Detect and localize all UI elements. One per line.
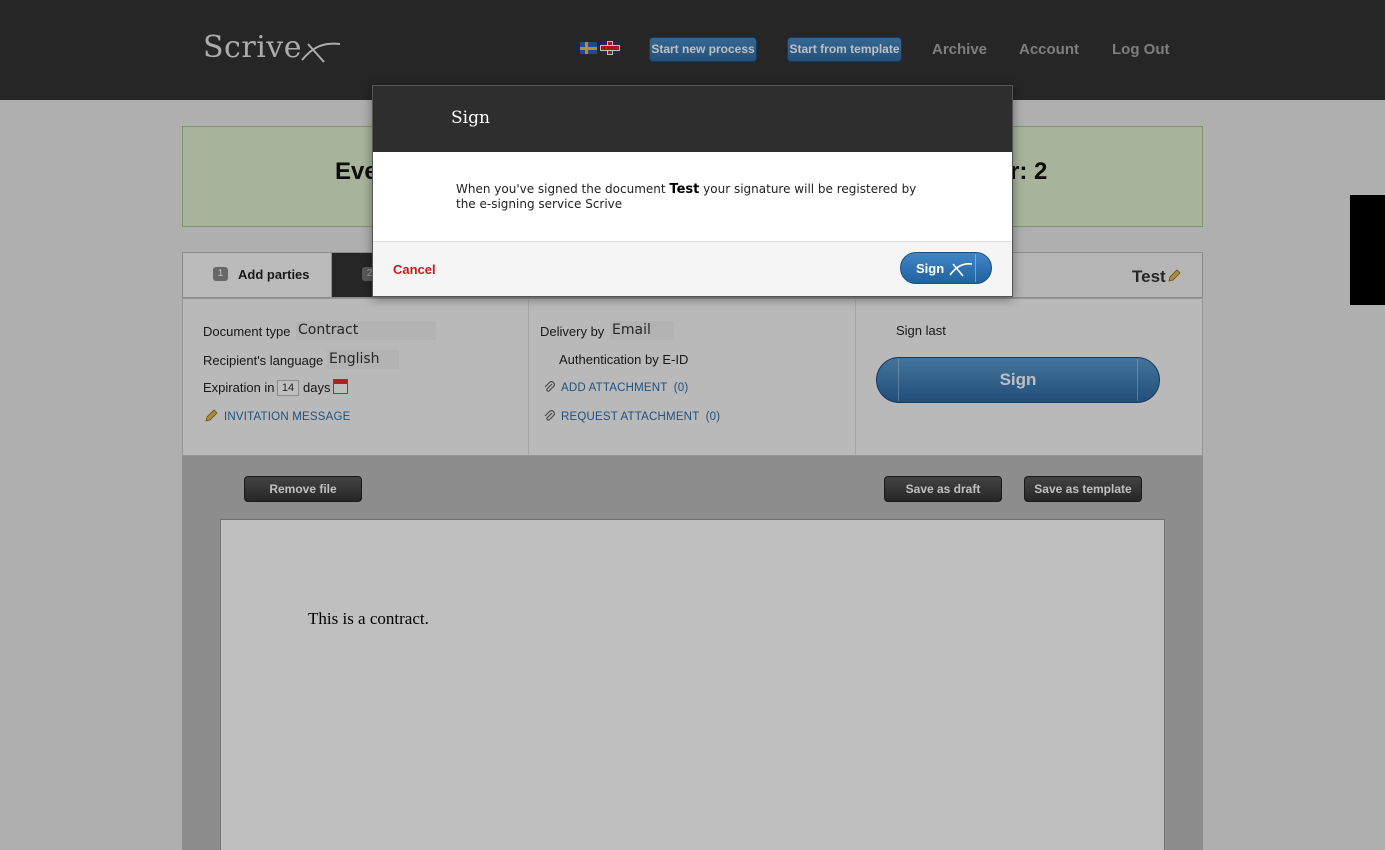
dialog-message-start: When you've signed the document — [456, 182, 670, 196]
scrive-mark-icon — [949, 263, 973, 277]
cancel-button[interactable]: Cancel — [393, 262, 436, 277]
dialog-footer: Cancel Sign — [373, 241, 1012, 296]
confirm-sign-label[interactable]: Sign — [916, 261, 944, 276]
confirm-sign-button[interactable]: Sign — [900, 252, 992, 284]
dialog-message: When you've signed the document Test you… — [456, 182, 926, 212]
dialog-document-name: Test — [669, 182, 700, 197]
dialog-title: Sign — [451, 108, 490, 128]
sign-dialog: Sign When you've signed the document Tes… — [372, 85, 1013, 297]
dialog-header: Sign — [373, 86, 1012, 152]
